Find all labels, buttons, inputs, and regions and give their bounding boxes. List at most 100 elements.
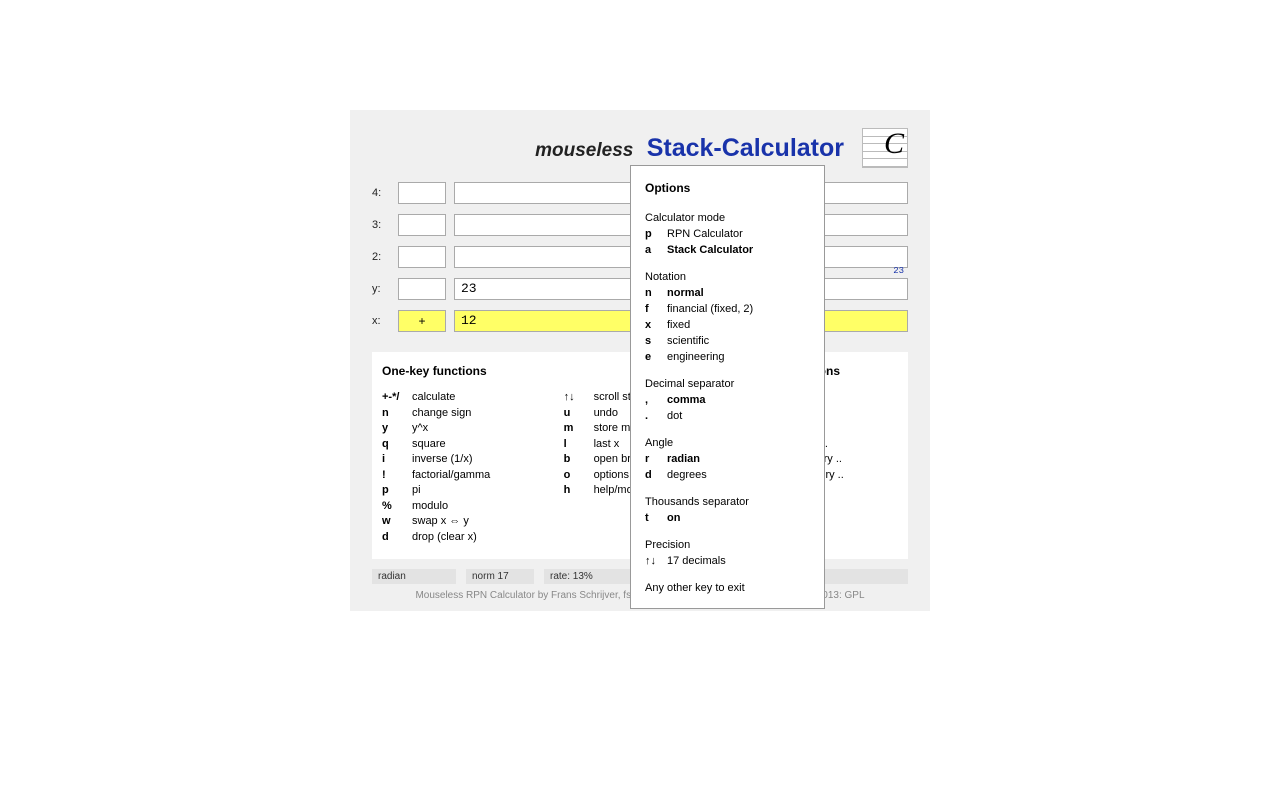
popup-option[interactable]: .dot <box>645 408 810 424</box>
status-angle: radian <box>372 569 456 584</box>
popup-option-key: . <box>645 408 667 424</box>
function-row: +-*/calculate <box>382 390 564 406</box>
title-small: mouseless <box>535 140 633 161</box>
popup-option[interactable]: ↑↓17 decimals <box>645 553 810 569</box>
function-desc: swap x ⇔ y <box>412 514 564 530</box>
popup-section-label: Angle <box>645 435 810 451</box>
popup-option-key: e <box>645 349 667 365</box>
popup-option-value: normal <box>667 285 704 301</box>
function-row: nchange sign <box>382 406 564 422</box>
popup-option-value: radian <box>667 451 700 467</box>
popup-option-value: dot <box>667 408 682 424</box>
popup-exit-hint: Any other key to exit <box>645 580 810 596</box>
popup-option-key: d <box>645 467 667 483</box>
function-row: iinverse (1/x) <box>382 452 564 468</box>
popup-option-value: 17 decimals <box>667 553 726 569</box>
function-key: % <box>382 499 412 515</box>
stack-op-input[interactable] <box>398 214 446 236</box>
stack-op-input[interactable]: + <box>398 310 446 332</box>
function-row: %modulo <box>382 499 564 515</box>
popup-section-label: Decimal separator <box>645 376 810 392</box>
popup-option[interactable]: nnormal <box>645 285 810 301</box>
function-key: n <box>382 406 412 422</box>
popup-option-key: a <box>645 242 667 258</box>
function-desc: change sign <box>412 406 564 422</box>
popup-option-value: scientific <box>667 333 709 349</box>
function-key: +-*/ <box>382 390 412 406</box>
stack-label: 3: <box>372 219 390 231</box>
function-row: yy^x <box>382 421 564 437</box>
popup-section: Thousands separatorton <box>645 494 810 526</box>
function-desc: square <box>412 437 564 453</box>
popup-option[interactable]: eengineering <box>645 349 810 365</box>
stack-result-annot: 23 <box>893 266 904 276</box>
popup-option-value: degrees <box>667 467 707 483</box>
popup-option[interactable]: ton <box>645 510 810 526</box>
function-key: ↑↓ <box>564 390 594 406</box>
function-desc: pi <box>412 483 564 499</box>
popup-option-key: p <box>645 226 667 242</box>
stack-label: y: <box>372 283 390 295</box>
stack-op-input[interactable] <box>398 246 446 268</box>
function-desc: calculate <box>412 390 564 406</box>
popup-section-label: Notation <box>645 269 810 285</box>
stack-op-input[interactable] <box>398 182 446 204</box>
popup-option-value: comma <box>667 392 706 408</box>
function-key: u <box>564 406 594 422</box>
function-desc: drop (clear x) <box>412 530 564 546</box>
popup-option[interactable]: ffinancial (fixed, 2) <box>645 301 810 317</box>
popup-section: Decimal separator,comma.dot <box>645 376 810 424</box>
popup-option[interactable]: xfixed <box>645 317 810 333</box>
function-key: p <box>382 483 412 499</box>
function-key: l <box>564 437 594 453</box>
function-row: ppi <box>382 483 564 499</box>
function-row: !factorial/gamma <box>382 468 564 484</box>
popup-option-key: r <box>645 451 667 467</box>
popup-option[interactable]: pRPN Calculator <box>645 226 810 242</box>
function-key: ! <box>382 468 412 484</box>
stack-label: 4: <box>372 187 390 199</box>
function-row: ddrop (clear x) <box>382 530 564 546</box>
function-desc: y^x <box>412 421 564 437</box>
status-notation: norm 17 <box>466 569 534 584</box>
popup-section: Notationnnormalffinancial (fixed, 2)xfix… <box>645 269 810 365</box>
popup-section: Anglerradianddegrees <box>645 435 810 483</box>
popup-option[interactable]: ,comma <box>645 392 810 408</box>
function-key: m <box>564 421 594 437</box>
popup-option-value: Stack Calculator <box>667 242 753 258</box>
popup-option[interactable]: sscientific <box>645 333 810 349</box>
app-logo-icon: C <box>862 128 908 168</box>
function-key: b <box>564 452 594 468</box>
popup-section-label: Calculator mode <box>645 210 810 226</box>
function-desc: modulo <box>412 499 564 515</box>
popup-option[interactable]: rradian <box>645 451 810 467</box>
popup-option-key: n <box>645 285 667 301</box>
functions-heading: One-key functions <box>382 364 564 378</box>
popup-section: Calculator modepRPN CalculatoraStack Cal… <box>645 210 810 258</box>
popup-option-value: engineering <box>667 349 725 365</box>
popup-option-key: , <box>645 392 667 408</box>
function-key: i <box>382 452 412 468</box>
options-popup[interactable]: Options Calculator modepRPN CalculatoraSt… <box>630 165 825 609</box>
popup-title: Options <box>645 180 810 196</box>
function-key: h <box>564 483 594 499</box>
popup-option-key: f <box>645 301 667 317</box>
popup-section: Precision↑↓17 decimals <box>645 537 810 569</box>
function-desc: factorial/gamma <box>412 468 564 484</box>
popup-option[interactable]: aStack Calculator <box>645 242 810 258</box>
popup-option[interactable]: ddegrees <box>645 467 810 483</box>
function-row: qsquare <box>382 437 564 453</box>
popup-option-value: on <box>667 510 680 526</box>
popup-option-key: s <box>645 333 667 349</box>
function-key: q <box>382 437 412 453</box>
stack-label: 2: <box>372 251 390 263</box>
stack-op-input[interactable] <box>398 278 446 300</box>
popup-section-label: Precision <box>645 537 810 553</box>
popup-option-key: ↑↓ <box>645 553 667 569</box>
popup-option-key: t <box>645 510 667 526</box>
popup-section-label: Thousands separator <box>645 494 810 510</box>
function-key: d <box>382 530 412 546</box>
function-row: wswap x ⇔ y <box>382 514 564 530</box>
popup-option-value: financial (fixed, 2) <box>667 301 753 317</box>
title-large: Stack-Calculator <box>647 134 844 162</box>
